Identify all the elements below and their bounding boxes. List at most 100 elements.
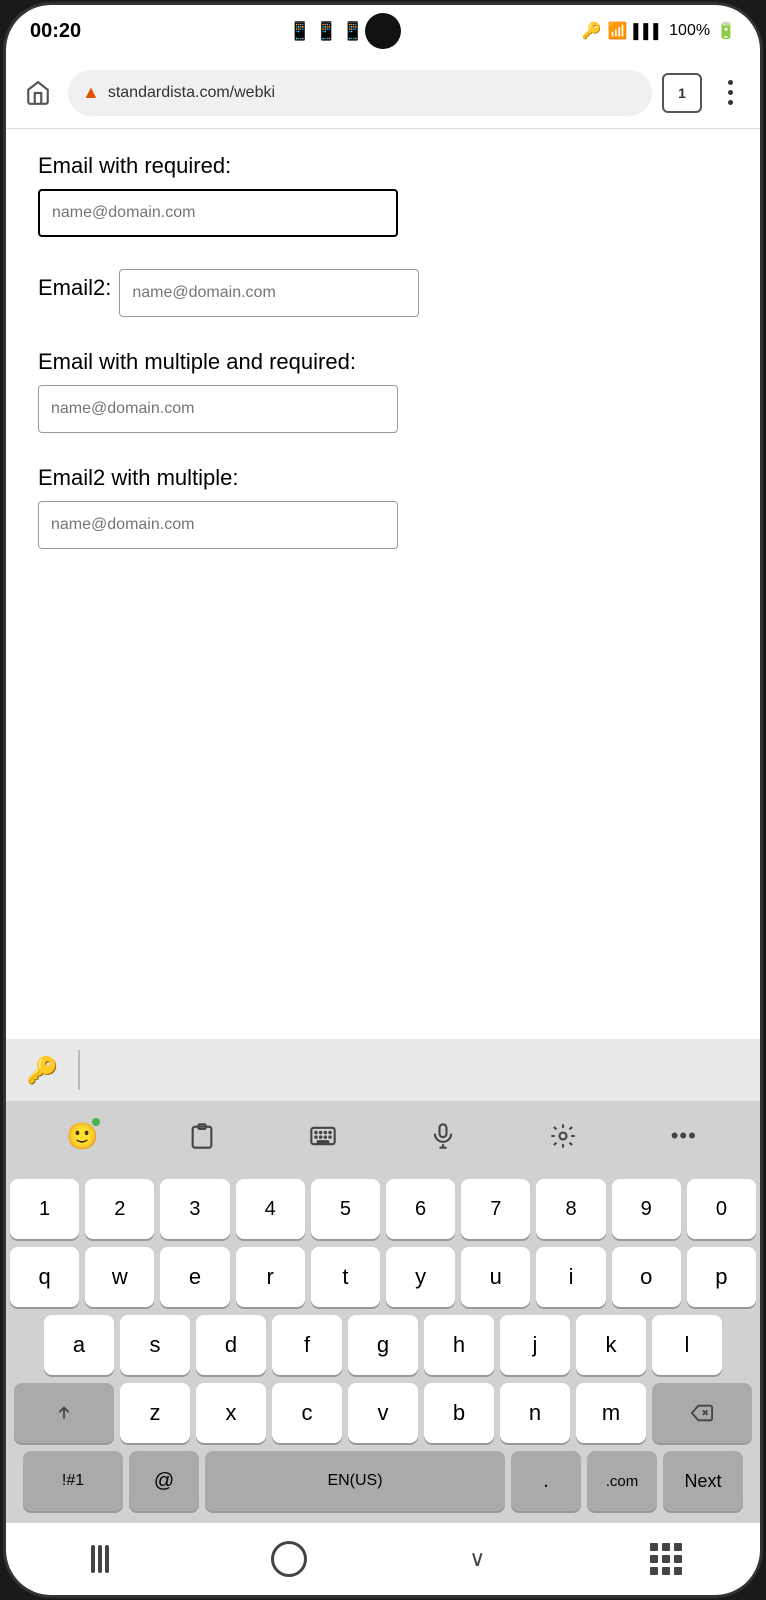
key-m[interactable]: m — [576, 1383, 646, 1443]
keyboard-layout-button[interactable] — [297, 1110, 349, 1162]
key-k[interactable]: k — [576, 1315, 646, 1375]
dotcom-key[interactable]: .com — [587, 1451, 657, 1511]
nav-recents-button[interactable]: ∨ — [447, 1529, 507, 1589]
settings-button[interactable] — [537, 1110, 589, 1162]
nav-back-button[interactable] — [70, 1529, 130, 1589]
symbols-key[interactable]: !#1 — [23, 1451, 123, 1511]
tab-count-button[interactable]: 1 — [662, 73, 702, 113]
email-multiple-required-input[interactable] — [38, 385, 398, 433]
shift-key[interactable] — [14, 1383, 114, 1443]
key-n[interactable]: n — [500, 1383, 570, 1443]
more-options-button[interactable]: ••• — [658, 1110, 710, 1162]
key-h[interactable]: h — [424, 1315, 494, 1375]
emoji-button[interactable]: 🙂 — [56, 1110, 108, 1162]
key-8[interactable]: 8 — [536, 1179, 605, 1239]
email2-multiple-input[interactable] — [38, 501, 398, 549]
status-time: 00:20 — [30, 20, 81, 43]
email2-label: Email2: — [38, 275, 111, 301]
tab-count: 1 — [678, 85, 686, 101]
key-0[interactable]: 0 — [687, 1179, 756, 1239]
key-2[interactable]: 2 — [85, 1179, 154, 1239]
key-p[interactable]: p — [687, 1247, 756, 1307]
key-5[interactable]: 5 — [311, 1179, 380, 1239]
signal-icon: ▌▌▌ — [633, 23, 663, 39]
period-key[interactable]: . — [511, 1451, 581, 1511]
key-6[interactable]: 6 — [386, 1179, 455, 1239]
zxcv-row: z x c v b n m — [10, 1383, 756, 1443]
key-f[interactable]: f — [272, 1315, 342, 1375]
menu-dot-1 — [728, 80, 733, 85]
emoji-indicator — [92, 1118, 100, 1126]
vpn-divider — [78, 1050, 80, 1090]
key-o[interactable]: o — [612, 1247, 681, 1307]
key-e[interactable]: e — [160, 1247, 229, 1307]
home-button[interactable] — [18, 73, 58, 113]
nav-bar: ∨ — [6, 1523, 760, 1595]
key-3[interactable]: 3 — [160, 1179, 229, 1239]
browser-bar: ▲ standardista.com/webki 1 — [6, 57, 760, 129]
status-right: 🔑 📶 ▌▌▌ 100% 🔋 — [582, 21, 736, 41]
key-v[interactable]: v — [348, 1383, 418, 1443]
nav-home-button[interactable] — [259, 1529, 319, 1589]
battery-text: 100% — [669, 22, 710, 40]
email-required-label: Email with required: — [38, 153, 728, 179]
bottom-row: !#1 @ EN(US) . .com Next — [10, 1451, 756, 1511]
keyboard: 1 2 3 4 5 6 7 8 9 0 q w e r t y u i o p … — [6, 1171, 760, 1523]
android-icon-3: 📱 — [342, 21, 364, 42]
key-b[interactable]: b — [424, 1383, 494, 1443]
next-key[interactable]: Next — [663, 1451, 743, 1511]
key-1[interactable]: 1 — [10, 1179, 79, 1239]
url-text: standardista.com/webki — [108, 84, 275, 102]
asdf-row: a s d f g h j k l — [10, 1315, 756, 1375]
key-l[interactable]: l — [652, 1315, 722, 1375]
key-z[interactable]: z — [120, 1383, 190, 1443]
grid-icon — [650, 1543, 682, 1575]
key-x[interactable]: x — [196, 1383, 266, 1443]
key-y[interactable]: y — [386, 1247, 455, 1307]
key-i[interactable]: i — [536, 1247, 605, 1307]
qwerty-row: q w e r t y u i o p — [10, 1247, 756, 1307]
key-d[interactable]: d — [196, 1315, 266, 1375]
email-multiple-required-label: Email with multiple and required: — [38, 349, 728, 375]
chevron-down-icon: ∨ — [469, 1546, 485, 1572]
key-a[interactable]: a — [44, 1315, 114, 1375]
space-key[interactable]: EN(US) — [205, 1451, 505, 1511]
backspace-key[interactable] — [652, 1383, 752, 1443]
nav-back-icon — [91, 1545, 109, 1573]
camera-area — [365, 13, 401, 49]
email2-multiple-label: Email2 with multiple: — [38, 465, 728, 491]
browser-menu-button[interactable] — [712, 75, 748, 111]
microphone-button[interactable] — [417, 1110, 469, 1162]
email2-input[interactable] — [119, 269, 419, 317]
key-j[interactable]: j — [500, 1315, 570, 1375]
key-u[interactable]: u — [461, 1247, 530, 1307]
key-w[interactable]: w — [85, 1247, 154, 1307]
at-key[interactable]: @ — [129, 1451, 199, 1511]
key-9[interactable]: 9 — [612, 1179, 681, 1239]
battery-icon: 🔋 — [716, 21, 736, 41]
status-bar: 00:20 📱 📱 📱 🔑 📶 ▌▌▌ 100% 🔋 — [6, 5, 760, 57]
wifi-icon: 📶 — [607, 21, 627, 41]
key-t[interactable]: t — [311, 1247, 380, 1307]
menu-dot-3 — [728, 100, 733, 105]
menu-dot-2 — [728, 90, 733, 95]
key-r[interactable]: r — [236, 1247, 305, 1307]
key-s[interactable]: s — [120, 1315, 190, 1375]
key-7[interactable]: 7 — [461, 1179, 530, 1239]
web-content: Email with required: Email2: Email with … — [6, 129, 760, 1039]
phone-frame: 00:20 📱 📱 📱 🔑 📶 ▌▌▌ 100% 🔋 ▲ stan — [3, 2, 763, 1598]
camera-notch — [365, 13, 401, 49]
android-icon-2: 📱 — [315, 21, 337, 42]
clipboard-button[interactable] — [176, 1110, 228, 1162]
email-multiple-required-section: Email with multiple and required: — [38, 349, 728, 433]
vpn-key-icon: 🔑 — [26, 1055, 58, 1086]
android-icon-1: 📱 — [289, 21, 311, 42]
home-circle-icon — [271, 1541, 307, 1577]
address-bar[interactable]: ▲ standardista.com/webki — [68, 70, 652, 116]
key-4[interactable]: 4 — [236, 1179, 305, 1239]
key-c[interactable]: c — [272, 1383, 342, 1443]
key-g[interactable]: g — [348, 1315, 418, 1375]
email-required-input[interactable] — [38, 189, 398, 237]
key-q[interactable]: q — [10, 1247, 79, 1307]
nav-grid-button[interactable] — [636, 1529, 696, 1589]
